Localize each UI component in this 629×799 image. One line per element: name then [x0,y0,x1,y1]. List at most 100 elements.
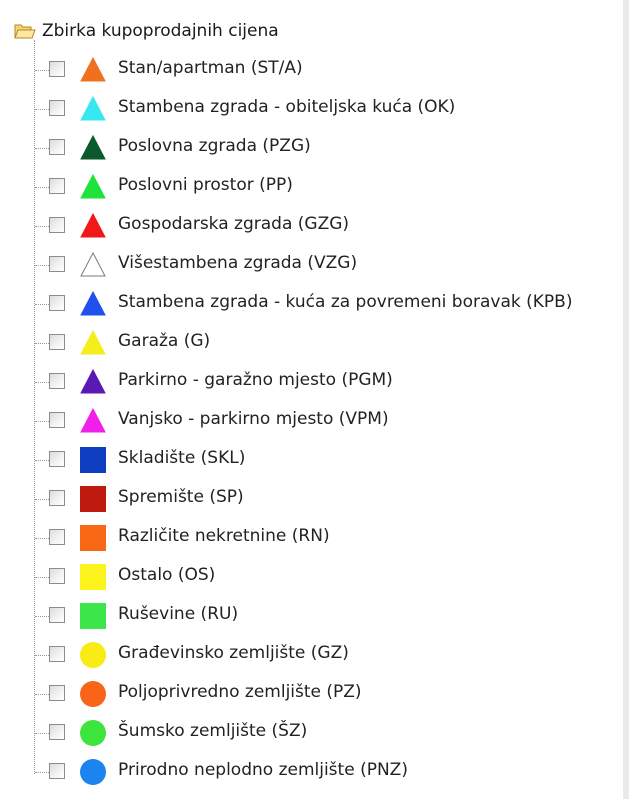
triangle-purple-icon [80,368,106,394]
triangle-dark-green-icon [80,134,106,160]
layer-checkbox[interactable] [49,256,65,272]
layer-item[interactable]: Skladište (SKL) [0,441,629,480]
layer-label: Gospodarska zgrada (GZG) [118,214,350,234]
layer-item[interactable]: Stan/apartman (ST/A) [0,51,629,90]
layer-item[interactable]: Različite nekretnine (RN) [0,519,629,558]
layer-checkbox[interactable] [49,568,65,584]
layer-checkbox[interactable] [49,100,65,116]
circle-yellow-icon [80,642,106,668]
layer-label: Vanjsko - parkirno mjesto (VPM) [118,409,389,429]
circle-blue-icon [80,759,106,785]
layer-label: Različite nekretnine (RN) [118,526,330,546]
tree-branch-line [35,382,49,383]
square-red-icon [80,486,106,512]
triangle-orange-icon [80,56,106,82]
layer-checkbox[interactable] [49,607,65,623]
layer-item[interactable]: Gospodarska zgrada (GZG) [0,207,629,246]
square-yellow-icon [80,564,106,590]
layer-item[interactable]: Ruševine (RU) [0,597,629,636]
layer-item[interactable]: Višestambena zgrada (VZG) [0,246,629,285]
layer-item[interactable]: Prirodno neplodno zemljište (PNZ) [0,753,629,792]
tree-root[interactable]: Zbirka kupoprodajnih cijena [14,18,279,44]
layer-label: Prirodno neplodno zemljište (PNZ) [118,760,408,780]
tree-branch-line [35,577,49,578]
layer-checkbox[interactable] [49,373,65,389]
layer-label: Garaža (G) [118,331,211,351]
layer-item[interactable]: Šumsko zemljište (ŠZ) [0,714,629,753]
tree-branch-line [35,304,49,305]
triangle-cyan-icon [80,95,106,121]
tree-branch-line [35,265,49,266]
layer-checkbox[interactable] [49,412,65,428]
layer-item[interactable]: Spremište (SP) [0,480,629,519]
layer-label: Građevinsko zemljište (GZ) [118,643,349,663]
layer-label: Poljoprivredno zemljište (PZ) [118,682,362,702]
folder-open-icon [14,24,36,39]
layer-label: Spremište (SP) [118,487,244,507]
square-orange-icon [80,525,106,551]
layer-checkbox[interactable] [49,724,65,740]
layer-item[interactable]: Ostalo (OS) [0,558,629,597]
layer-label: Parkirno - garažno mjesto (PGM) [118,370,393,390]
layer-label: Stan/apartman (ST/A) [118,58,303,78]
layer-label: Stambena zgrada - obiteljska kuća (OK) [118,97,456,117]
triangle-blue-icon [80,290,106,316]
layer-item[interactable]: Stambena zgrada - obiteljska kuća (OK) [0,90,629,129]
square-green-icon [80,603,106,629]
layer-label: Poslovni prostor (PP) [118,175,293,195]
layer-item[interactable]: Garaža (G) [0,324,629,363]
tree-branch-line [35,226,49,227]
triangle-white-icon [80,251,106,277]
layer-checkbox[interactable] [49,685,65,701]
layer-checkbox[interactable] [49,490,65,506]
layer-item[interactable]: Parkirno - garažno mjesto (PGM) [0,363,629,402]
layer-checkbox[interactable] [49,529,65,545]
tree-branch-line [35,148,49,149]
layer-label: Skladište (SKL) [118,448,246,468]
layer-item[interactable]: Stambena zgrada - kuća za povremeni bora… [0,285,629,324]
layer-label: Ruševine (RU) [118,604,239,624]
layer-item[interactable]: Poslovna zgrada (PZG) [0,129,629,168]
tree-branch-line [35,694,49,695]
tree-branch-line [35,499,49,500]
layer-checkbox[interactable] [49,451,65,467]
circle-green-icon [80,720,106,746]
tree-branch-line [35,733,49,734]
tree-branch-line [35,343,49,344]
layer-label: Višestambena zgrada (VZG) [118,253,358,273]
tree-branch-line [35,187,49,188]
layer-checkbox[interactable] [49,178,65,194]
tree-branch-line [35,538,49,539]
square-blue-icon [80,447,106,473]
layer-item[interactable]: Vanjsko - parkirno mjesto (VPM) [0,402,629,441]
triangle-yellow-icon [80,329,106,355]
layer-list: Stan/apartman (ST/A) Stambena zgrada - ob… [0,51,629,792]
tree-branch-line [35,655,49,656]
tree-branch-line [35,421,49,422]
triangle-magenta-icon [80,407,106,433]
layer-item[interactable]: Poslovni prostor (PP) [0,168,629,207]
layer-item[interactable]: Građevinsko zemljište (GZ) [0,636,629,675]
tree-branch-line [35,616,49,617]
layer-tree-panel: Zbirka kupoprodajnih cijena Stan/apartma… [0,0,629,799]
tree-branch-line [35,70,49,71]
tree-branch-line [35,109,49,110]
triangle-green-icon [80,173,106,199]
tree-root-label: Zbirka kupoprodajnih cijena [42,21,279,41]
layer-checkbox[interactable] [49,334,65,350]
tree-branch-line [35,460,49,461]
tree-branch-line [35,772,49,773]
layer-checkbox[interactable] [49,217,65,233]
layer-checkbox[interactable] [49,646,65,662]
triangle-red-icon [80,212,106,238]
layer-label: Stambena zgrada - kuća za povremeni bora… [118,292,573,312]
layer-item[interactable]: Poljoprivredno zemljište (PZ) [0,675,629,714]
layer-label: Poslovna zgrada (PZG) [118,136,311,156]
layer-checkbox[interactable] [49,61,65,77]
layer-checkbox[interactable] [49,295,65,311]
layer-checkbox[interactable] [49,763,65,779]
circle-orange-icon [80,681,106,707]
layer-checkbox[interactable] [49,139,65,155]
layer-label: Ostalo (OS) [118,565,216,585]
layer-label: Šumsko zemljište (ŠZ) [118,721,308,741]
